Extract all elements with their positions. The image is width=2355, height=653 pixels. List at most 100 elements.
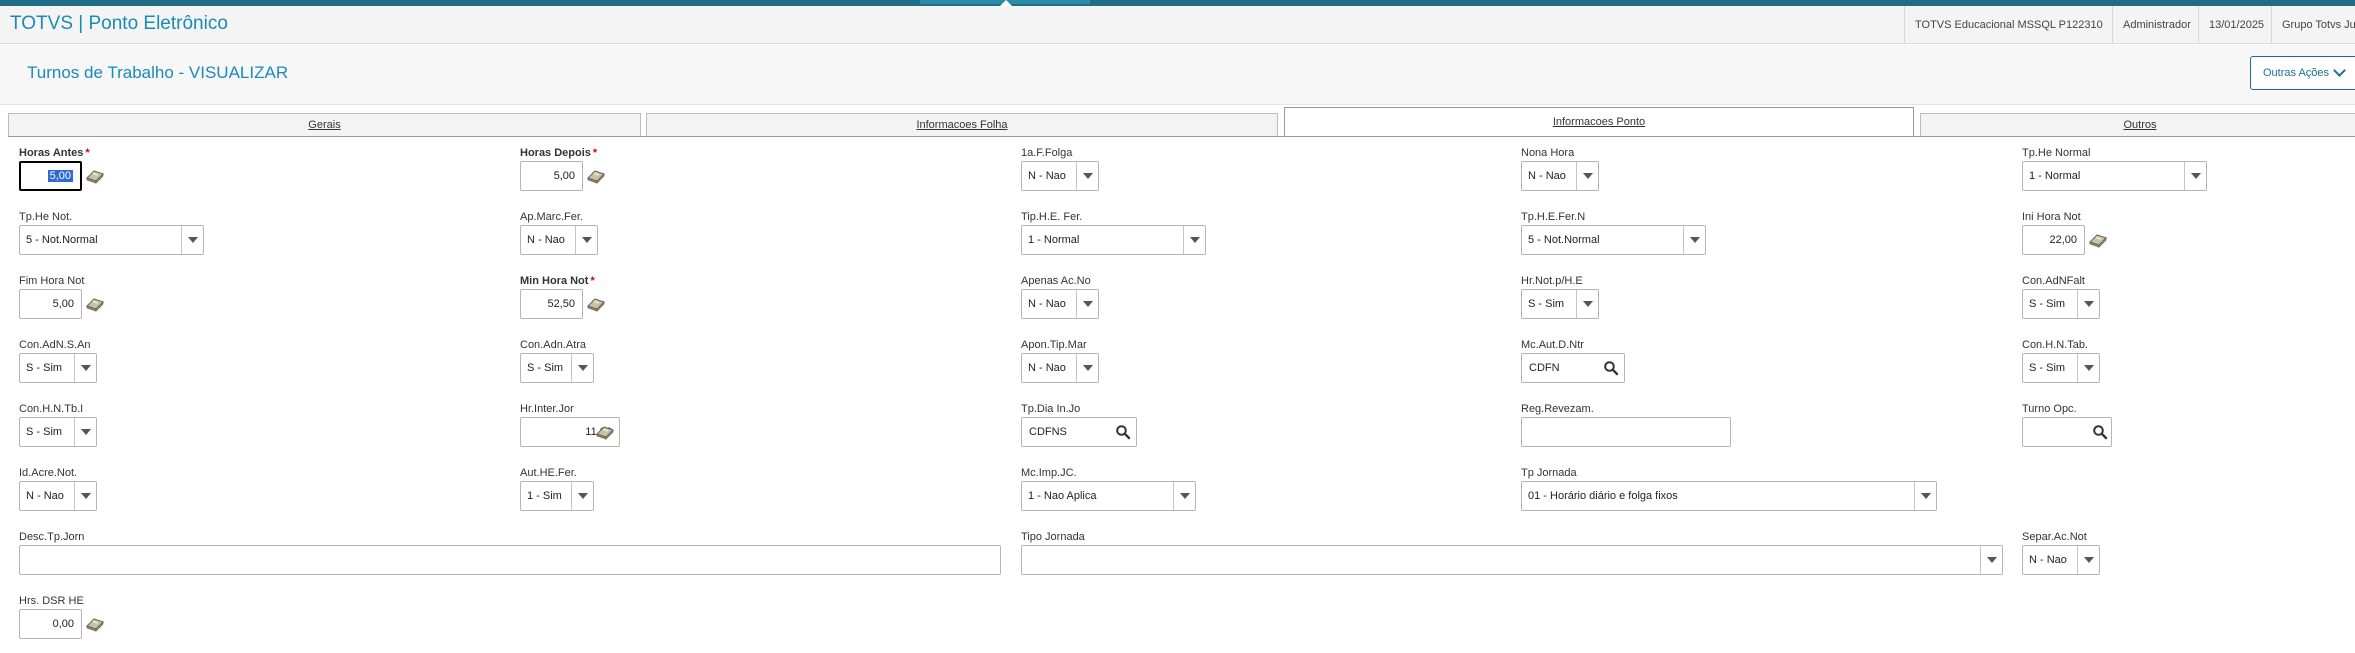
chevron-down-icon bbox=[74, 354, 96, 382]
ponto-form: Horas Antes * 5,00 Horas Depois * 5,00 1a.… bbox=[0, 137, 2355, 653]
group-label[interactable]: Grupo Totvs Ju bbox=[2271, 6, 2355, 44]
calculator-icon[interactable] bbox=[586, 296, 606, 312]
app-header: TOTVS | Ponto Eletrônico TOTVS Educacion… bbox=[0, 6, 2355, 44]
con-h-n-tab-select[interactable]: S - Sim bbox=[2022, 353, 2100, 383]
date-label: 13/01/2025 bbox=[2198, 6, 2274, 44]
chevron-down-icon bbox=[2077, 290, 2099, 318]
chevron-down-icon bbox=[575, 226, 597, 254]
apenas-ac-no-select[interactable]: N - Nao bbox=[1021, 289, 1099, 319]
tip-he-fer-select[interactable]: 1 - Normal bbox=[1021, 225, 1206, 255]
chevron-down-icon bbox=[1576, 162, 1598, 190]
chevron-down-icon bbox=[2077, 546, 2099, 574]
con-adn-s-an-select[interactable]: S - Sim bbox=[19, 353, 97, 383]
con-adnfalt-select[interactable]: S - Sim bbox=[2022, 289, 2100, 319]
turno-opc-label: Turno Opc. bbox=[2022, 403, 2077, 415]
separ-ac-not-select[interactable]: N - Nao bbox=[2022, 545, 2100, 575]
chevron-down-icon bbox=[74, 418, 96, 446]
chevron-down-icon bbox=[1914, 482, 1936, 510]
calculator-icon[interactable] bbox=[595, 424, 615, 440]
calculator-icon[interactable] bbox=[85, 296, 105, 312]
horas-depois-label: Horas Depois bbox=[520, 147, 591, 159]
chevron-down-icon bbox=[1576, 290, 1598, 318]
tab-informacoes-ponto[interactable]: Informacoes Ponto bbox=[1284, 107, 1914, 137]
tp-jornada-select[interactable]: 01 - Horário diário e folga fixos bbox=[1521, 481, 1937, 511]
fim-hora-not-label: Fim Hora Not bbox=[19, 275, 85, 287]
mc-imp-jc-select[interactable]: 1 - Nao Aplica bbox=[1021, 481, 1196, 511]
chevron-down-icon bbox=[571, 354, 593, 382]
horas-depois-input[interactable]: 5,00 bbox=[520, 161, 583, 191]
chevron-down-icon bbox=[2333, 64, 2346, 77]
search-icon[interactable] bbox=[2092, 424, 2108, 440]
id-acre-not-select[interactable]: N - Nao bbox=[19, 481, 97, 511]
chevron-down-icon bbox=[2184, 162, 2206, 190]
chevron-down-icon bbox=[1183, 226, 1205, 254]
app-title: TOTVS | Ponto Eletrônico bbox=[10, 13, 228, 34]
tp-he-fer-n-label: Tp.H.E.Fer.N bbox=[1521, 211, 1586, 223]
calculator-icon[interactable] bbox=[586, 168, 606, 184]
horas-antes-input[interactable]: 5,00 bbox=[19, 161, 82, 191]
tipo-jornada-select[interactable] bbox=[1021, 545, 2003, 575]
con-adn-atra-label: Con.Adn.Atra bbox=[520, 339, 587, 351]
fim-hora-not-input[interactable]: 5,00 bbox=[19, 289, 82, 319]
min-hora-not-label: Min Hora Not bbox=[520, 275, 589, 287]
calculator-icon[interactable] bbox=[85, 168, 105, 184]
aut-he-fer-label: Aut.HE.Fer. bbox=[520, 467, 577, 479]
aut-he-fer-select[interactable]: 1 - Sim bbox=[520, 481, 594, 511]
nona-hora-select[interactable]: N - Nao bbox=[1521, 161, 1599, 191]
hr-not-p-he-select[interactable]: S - Sim bbox=[1521, 289, 1599, 319]
con-h-n-tab-label: Con.H.N.Tab. bbox=[2022, 339, 2089, 351]
user-label[interactable]: Administrador bbox=[2112, 6, 2201, 44]
ap-marc-fer-select[interactable]: N - Nao bbox=[520, 225, 598, 255]
chevron-down-icon bbox=[1683, 226, 1705, 254]
chevron-down-icon bbox=[2077, 354, 2099, 382]
desc-tp-jorn-input[interactable] bbox=[19, 545, 1001, 575]
mc-imp-jc-label: Mc.Imp.JC. bbox=[1021, 467, 1077, 479]
tp-he-fer-n-select[interactable]: 5 - Not.Normal bbox=[1521, 225, 1706, 255]
separ-ac-not-label: Separ.Ac.Not bbox=[2022, 531, 2087, 543]
chevron-down-icon bbox=[1173, 482, 1195, 510]
nona-hora-label: Nona Hora bbox=[1521, 147, 1575, 159]
chevron-down-icon bbox=[181, 226, 203, 254]
apon-tip-mar-select[interactable]: N - Nao bbox=[1021, 353, 1099, 383]
tab-bar: Gerais Informacoes Folha Informacoes Pon… bbox=[0, 105, 2355, 137]
calculator-icon[interactable] bbox=[2088, 232, 2108, 248]
tipo-jornada-label: Tipo Jornada bbox=[1021, 531, 1085, 543]
con-h-n-tb-i-label: Con.H.N.Tb.I bbox=[19, 403, 84, 415]
ini-hora-not-input[interactable]: 22,00 bbox=[2022, 225, 2085, 255]
tab-gerais[interactable]: Gerais bbox=[8, 113, 641, 137]
other-actions-button[interactable]: Outras Ações bbox=[2250, 56, 2355, 90]
search-icon[interactable] bbox=[1603, 360, 1619, 376]
tp-he-not-label: Tp.He Not. bbox=[19, 211, 73, 223]
tip-he-fer-label: Tip.H.E. Fer. bbox=[1021, 211, 1083, 223]
reg-revezam-input[interactable] bbox=[1521, 417, 1731, 447]
chevron-down-icon bbox=[1076, 290, 1098, 318]
hr-inter-jor-label: Hr.Inter.Jor bbox=[520, 403, 574, 415]
con-adn-s-an-label: Con.AdN.S.An bbox=[19, 339, 91, 351]
chevron-down-icon bbox=[1076, 354, 1098, 382]
min-hora-not-input[interactable]: 52,50 bbox=[520, 289, 583, 319]
chevron-down-icon bbox=[1076, 162, 1098, 190]
tp-he-not-select[interactable]: 5 - Not.Normal bbox=[19, 225, 204, 255]
folga-select[interactable]: N - Nao bbox=[1021, 161, 1099, 191]
horas-antes-label: Horas Antes bbox=[19, 147, 84, 159]
calculator-icon[interactable] bbox=[85, 616, 105, 632]
other-actions-label: Outras Ações bbox=[2263, 67, 2330, 79]
tp-he-normal-select[interactable]: 1 - Normal bbox=[2022, 161, 2207, 191]
chevron-down-icon bbox=[74, 482, 96, 510]
folga-label: 1a.F.Folga bbox=[1021, 147, 1073, 159]
tp-jornada-label: Tp Jornada bbox=[1521, 467, 1577, 479]
hrs-dsr-he-label: Hrs. DSR HE bbox=[19, 595, 84, 607]
con-adn-atra-select[interactable]: S - Sim bbox=[520, 353, 594, 383]
ap-marc-fer-label: Ap.Marc.Fer. bbox=[520, 211, 583, 223]
hr-not-p-he-label: Hr.Not.p/H.E bbox=[1521, 275, 1583, 287]
id-acre-not-label: Id.Acre.Not. bbox=[19, 467, 78, 479]
con-h-n-tb-i-select[interactable]: S - Sim bbox=[19, 417, 97, 447]
hrs-dsr-he-input[interactable]: 0,00 bbox=[19, 609, 82, 639]
chevron-down-icon bbox=[1980, 546, 2002, 574]
page-title: Turnos de Trabalho - VISUALIZAR bbox=[27, 63, 289, 82]
environment-label: TOTVS Educacional MSSQL P122310 bbox=[1904, 6, 2113, 44]
tab-outros[interactable]: Outros bbox=[1920, 113, 2355, 137]
search-icon[interactable] bbox=[1115, 424, 1131, 440]
mc-aut-d-ntr-label: Mc.Aut.D.Ntr bbox=[1521, 339, 1584, 351]
tab-informacoes-folha[interactable]: Informacoes Folha bbox=[646, 113, 1278, 137]
